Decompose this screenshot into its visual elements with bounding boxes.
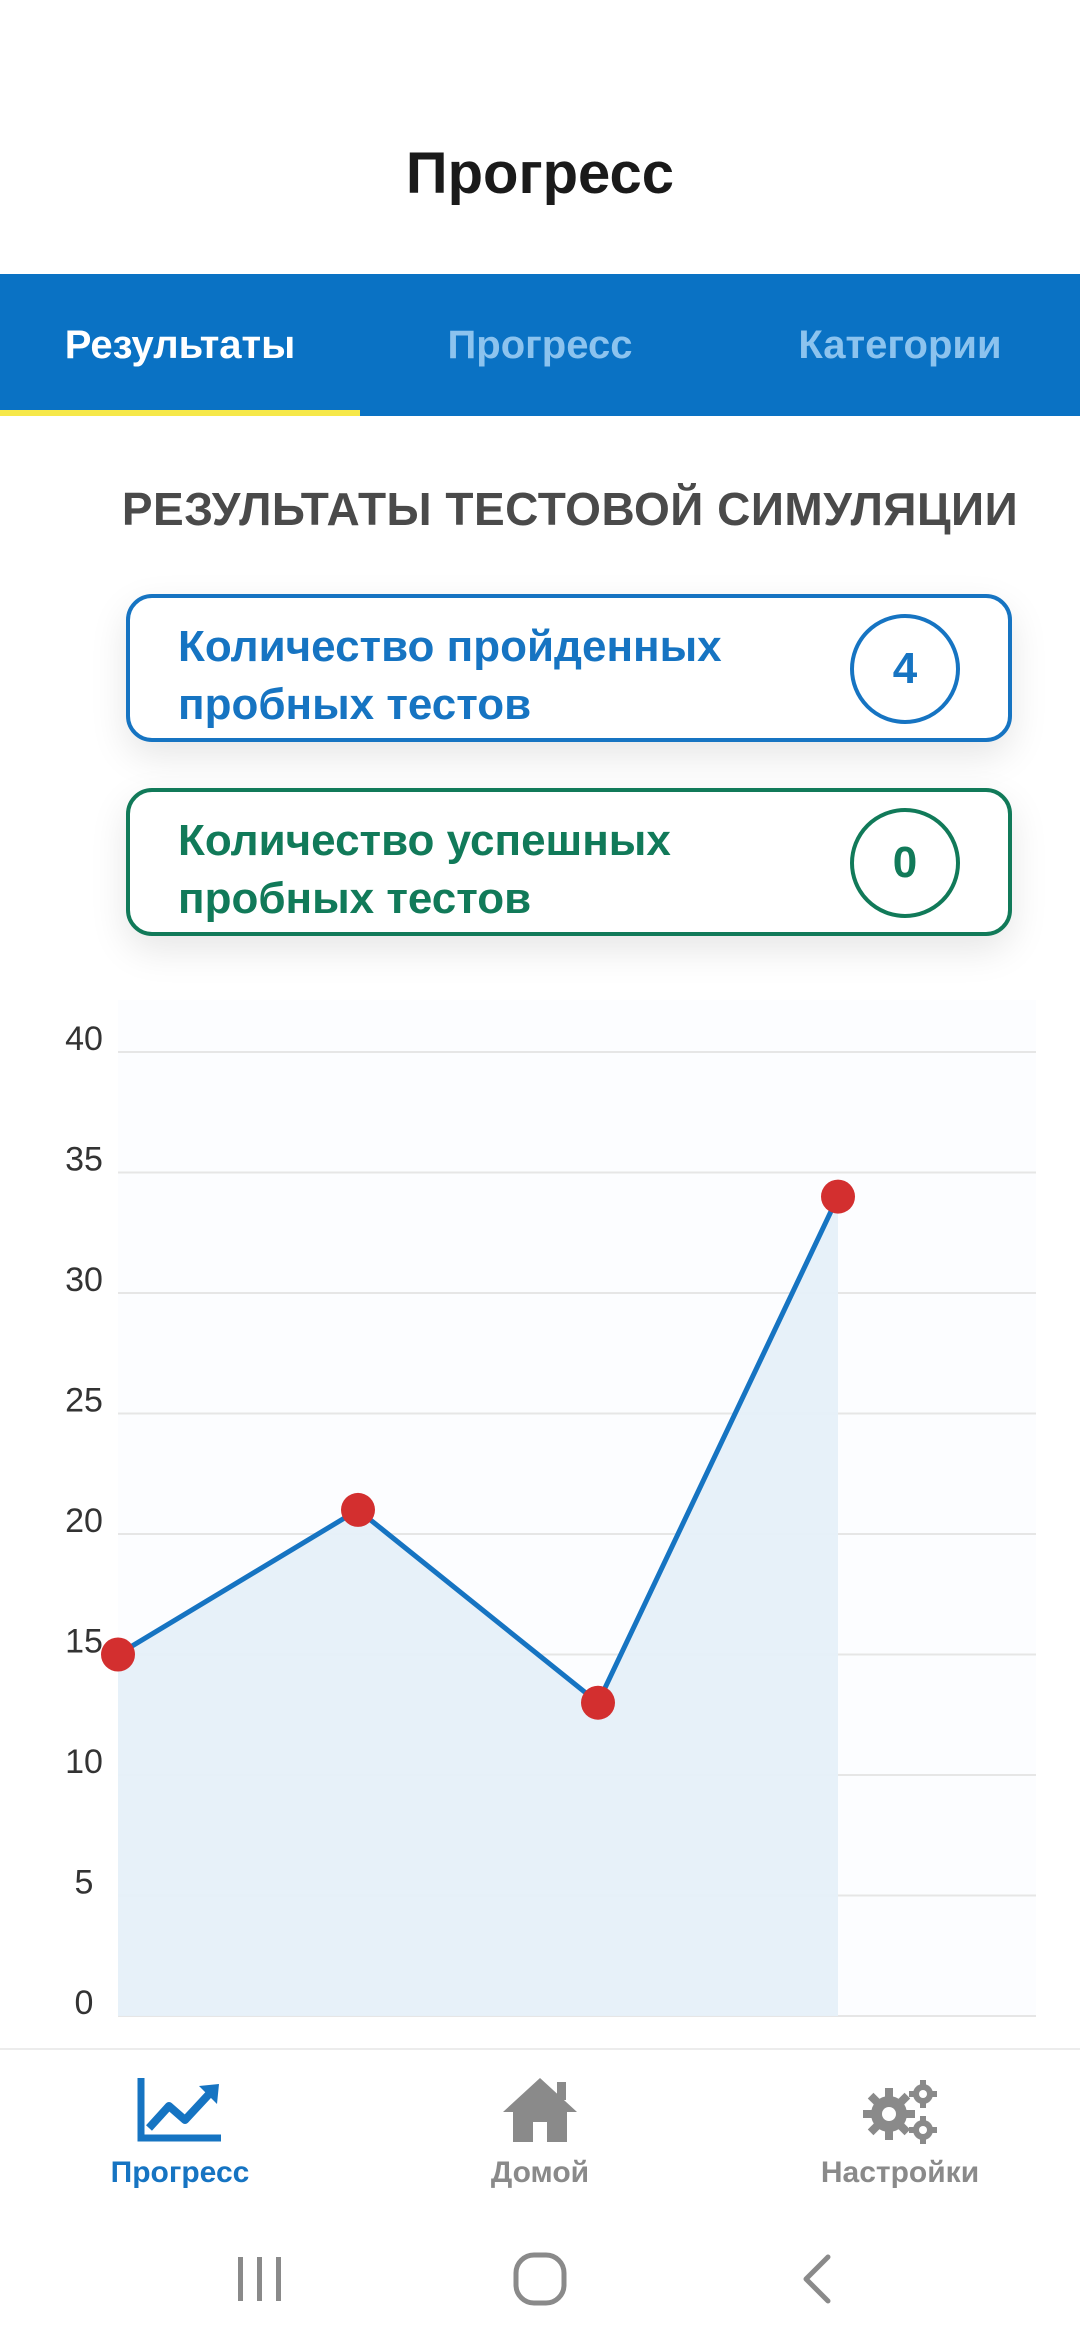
y-tick-label: 10 — [65, 1743, 103, 1781]
page-title: Прогресс — [405, 141, 675, 206]
y-tick-label: 20 — [65, 1502, 103, 1540]
successful-tests-label: Количество успешных пробных тестов — [178, 816, 671, 923]
system-home-button[interactable] — [500, 2239, 580, 2319]
system-nav-bar — [0, 2218, 1080, 2340]
back-icon — [803, 2254, 831, 2304]
chart-svg: 0 5 10 15 20 25 30 35 40 — [65, 1000, 1036, 2022]
home-icon — [503, 2078, 577, 2142]
tab-bar: Результаты Прогресс Категории — [0, 274, 1080, 416]
bottom-nav: Прогресс Домой Настройки — [0, 2048, 1080, 2220]
y-tick-label: 15 — [65, 1623, 103, 1661]
section-title: РЕЗУЛЬТАТЫ ТЕСТОВОЙ СИМУЛЯЦИИ — [121, 483, 1019, 535]
gears-icon — [863, 2080, 937, 2144]
progress-chart: 0 5 10 15 20 25 30 35 40 — [0, 990, 1080, 2040]
y-tick-label: 35 — [65, 1141, 103, 1179]
home-circle-icon — [513, 2252, 567, 2306]
nav-home-label: Домой — [490, 2156, 590, 2189]
back-button[interactable] — [780, 2239, 860, 2319]
nav-home[interactable]: Домой — [360, 2050, 720, 2220]
successful-tests-value: 0 — [850, 808, 960, 918]
tab-results[interactable]: Результаты — [0, 274, 360, 416]
tab-categories[interactable]: Категории — [720, 274, 1080, 416]
completed-tests-value: 4 — [850, 614, 960, 724]
recent-apps-icon — [238, 2257, 281, 2301]
y-tick-label: 25 — [65, 1382, 103, 1420]
nav-settings[interactable]: Настройки — [720, 2050, 1080, 2220]
nav-settings-label: Настройки — [820, 2156, 980, 2189]
y-tick-label: 40 — [65, 1020, 103, 1058]
trending-up-icon — [137, 2078, 221, 2142]
recent-apps-button[interactable] — [220, 2239, 300, 2319]
completed-tests-card: Количество пройденных пробных тестов 4 — [126, 594, 1012, 742]
app-header: Прогресс — [0, 0, 1080, 274]
successful-tests-card: Количество успешных пробных тестов 0 — [126, 788, 1012, 936]
data-point — [101, 1637, 135, 1672]
y-tick-label: 5 — [75, 1864, 94, 1902]
data-point — [821, 1179, 855, 1214]
completed-tests-label: Количество пройденных пробных тестов — [178, 622, 722, 729]
nav-progress[interactable]: Прогресс — [0, 2050, 360, 2220]
data-point — [341, 1492, 375, 1527]
nav-progress-label: Прогресс — [110, 2156, 250, 2189]
data-point — [581, 1685, 615, 1720]
y-tick-label: 0 — [75, 1984, 94, 2022]
tab-progress[interactable]: Прогресс — [360, 274, 720, 416]
y-tick-label: 30 — [65, 1261, 103, 1299]
